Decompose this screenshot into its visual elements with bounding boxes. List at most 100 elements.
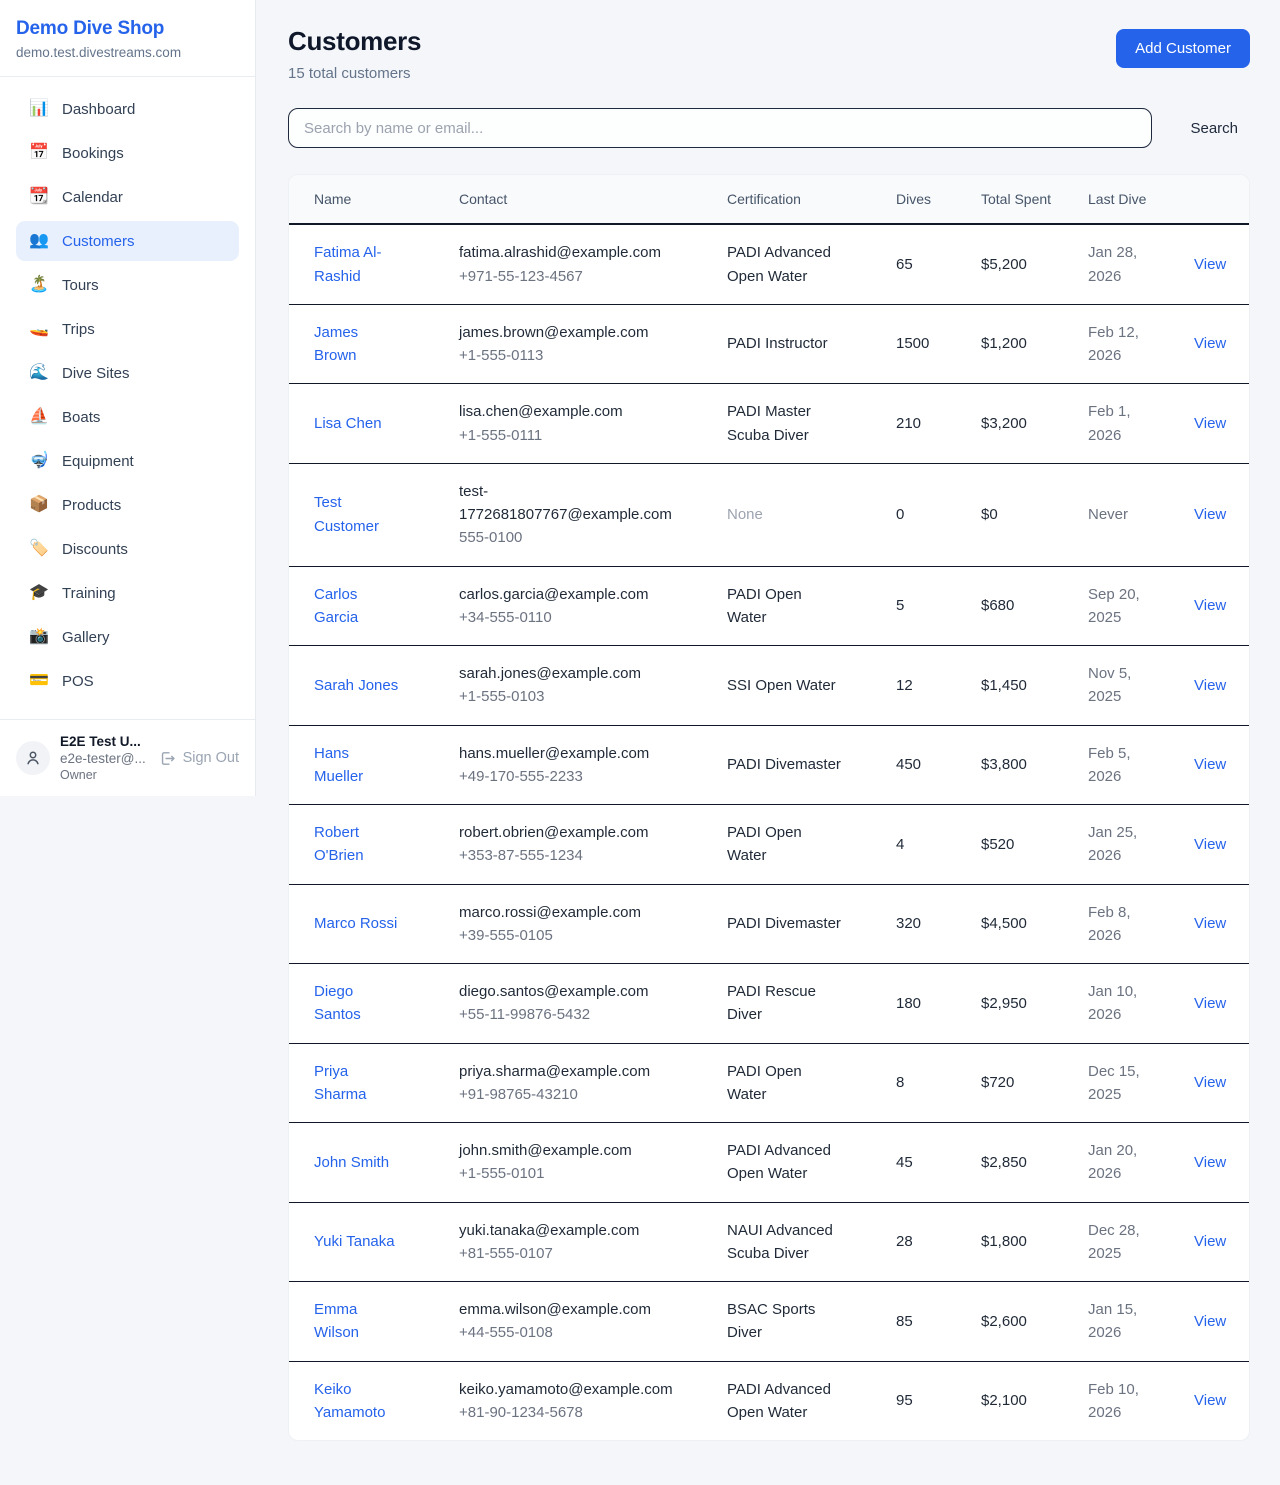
credit-card-icon: 💳 — [29, 673, 49, 689]
table-row: Sarah Jones sarah.jones@example.com +1-5… — [289, 646, 1250, 726]
view-customer-link[interactable]: View — [1194, 1392, 1226, 1409]
customer-last-dive: Feb 8, 2026 — [1088, 901, 1152, 948]
sidebar-item-calendar[interactable]: 📆 Calendar — [16, 177, 239, 217]
sailboat-icon: ⛵ — [29, 409, 49, 425]
customer-total-spent: $3,800 — [969, 725, 1076, 805]
customers-table: NameContactCertificationDivesTotal Spent… — [289, 175, 1250, 1440]
customer-name-link[interactable]: James Brown — [314, 321, 400, 368]
view-customer-link[interactable]: View — [1194, 506, 1226, 523]
view-customer-link[interactable]: View — [1194, 256, 1226, 273]
table-row: Lisa Chen lisa.chen@example.com +1-555-0… — [289, 384, 1250, 464]
bar-chart-icon: 📊 — [29, 101, 49, 117]
customer-count: 15 total customers — [288, 65, 421, 82]
customer-certification: BSAC Sports Diver — [727, 1298, 845, 1345]
customer-name-link[interactable]: Emma Wilson — [314, 1298, 400, 1345]
customer-name-link[interactable]: Carlos Garcia — [314, 583, 400, 630]
sidebar-item-discounts[interactable]: 🏷️ Discounts — [16, 529, 239, 569]
customer-email: sarah.jones@example.com — [459, 662, 689, 685]
customer-email: john.smith@example.com — [459, 1139, 689, 1162]
customer-name-link[interactable]: Yuki Tanaka — [314, 1230, 395, 1253]
customer-phone: 555-0100 — [459, 526, 703, 549]
main-content: Customers 15 total customers Add Custome… — [256, 0, 1280, 1467]
column-header-name: Name — [289, 175, 447, 224]
table-header-row: NameContactCertificationDivesTotal Spent… — [289, 175, 1250, 224]
view-customer-link[interactable]: View — [1194, 1154, 1226, 1171]
customer-last-dive: Jan 25, 2026 — [1088, 821, 1152, 868]
search-input[interactable] — [288, 108, 1152, 148]
sidebar-item-equipment[interactable]: 🤿 Equipment — [16, 441, 239, 481]
customer-name-link[interactable]: Diego Santos — [314, 980, 400, 1027]
user-role: Owner — [60, 768, 149, 782]
sidebar-item-gallery[interactable]: 📸 Gallery — [16, 617, 239, 657]
sidebar-item-label: Gallery — [62, 629, 110, 646]
sidebar-item-label: Boats — [62, 409, 100, 426]
view-customer-link[interactable]: View — [1194, 415, 1226, 432]
sidebar-item-products[interactable]: 📦 Products — [16, 485, 239, 525]
customer-total-spent: $5,200 — [969, 224, 1076, 304]
sidebar-item-trips[interactable]: 🚤 Trips — [16, 309, 239, 349]
customer-last-dive: Dec 15, 2025 — [1088, 1060, 1152, 1107]
customer-name-link[interactable]: John Smith — [314, 1151, 389, 1174]
customer-total-spent: $0 — [969, 463, 1076, 566]
view-customer-link[interactable]: View — [1194, 995, 1226, 1012]
customer-certification: None — [727, 503, 845, 526]
view-customer-link[interactable]: View — [1194, 915, 1226, 932]
add-customer-button[interactable]: Add Customer — [1116, 29, 1250, 68]
table-row: Carlos Garcia carlos.garcia@example.com … — [289, 566, 1250, 646]
sidebar-item-customers[interactable]: 👥 Customers — [16, 221, 239, 261]
sidebar-item-label: Equipment — [62, 453, 134, 470]
customer-certification: PADI Advanced Open Water — [727, 1139, 845, 1186]
brand-title[interactable]: Demo Dive Shop — [16, 18, 239, 40]
sidebar-item-dashboard[interactable]: 📊 Dashboard — [16, 89, 239, 129]
view-customer-link[interactable]: View — [1194, 597, 1226, 614]
search-row: Search — [288, 108, 1250, 148]
view-customer-link[interactable]: View — [1194, 677, 1226, 694]
customer-certification: NAUI Advanced Scuba Diver — [727, 1219, 845, 1266]
customer-name-link[interactable]: Lisa Chen — [314, 412, 382, 435]
view-customer-link[interactable]: View — [1194, 335, 1226, 352]
sidebar: Demo Dive Shop demo.test.divestreams.com… — [0, 0, 256, 796]
view-customer-link[interactable]: View — [1194, 1074, 1226, 1091]
customer-name-link[interactable]: Priya Sharma — [314, 1060, 400, 1107]
customer-name-link[interactable]: Sarah Jones — [314, 674, 398, 697]
sidebar-item-bookings[interactable]: 📅 Bookings — [16, 133, 239, 173]
customer-dives: 320 — [884, 884, 969, 964]
view-customer-link[interactable]: View — [1194, 836, 1226, 853]
customer-name-link[interactable]: Hans Mueller — [314, 742, 400, 789]
customer-dives: 85 — [884, 1282, 969, 1362]
customer-dives: 28 — [884, 1202, 969, 1282]
sidebar-item-label: Training — [62, 585, 116, 602]
customer-email: robert.obrien@example.com — [459, 821, 689, 844]
table-row: Robert O'Brien robert.obrien@example.com… — [289, 805, 1250, 885]
customer-last-dive: Jan 10, 2026 — [1088, 980, 1152, 1027]
table-row: John Smith john.smith@example.com +1-555… — [289, 1123, 1250, 1203]
sidebar-item-training[interactable]: 🎓 Training — [16, 573, 239, 613]
sidebar-item-boats[interactable]: ⛵ Boats — [16, 397, 239, 437]
customer-phone: +1-555-0101 — [459, 1162, 703, 1185]
view-customer-link[interactable]: View — [1194, 1233, 1226, 1250]
sidebar-item-dive-sites[interactable]: 🌊 Dive Sites — [16, 353, 239, 393]
customer-certification: PADI Advanced Open Water — [727, 241, 845, 288]
customer-certification: PADI Open Water — [727, 821, 845, 868]
app-root: Demo Dive Shop demo.test.divestreams.com… — [0, 0, 1280, 1467]
sidebar-item-tours[interactable]: 🏝️ Tours — [16, 265, 239, 305]
sign-out-button[interactable]: Sign Out — [159, 750, 239, 767]
calendar-icon: 📅 — [29, 145, 49, 161]
brand-domain: demo.test.divestreams.com — [16, 45, 239, 60]
sidebar-item-label: Bookings — [62, 145, 124, 162]
table-row: Hans Mueller hans.mueller@example.com +4… — [289, 725, 1250, 805]
customer-certification: PADI Divemaster — [727, 753, 845, 776]
view-customer-link[interactable]: View — [1194, 756, 1226, 773]
customer-name-link[interactable]: Fatima Al-Rashid — [314, 241, 400, 288]
sidebar-item-label: POS — [62, 673, 94, 690]
customer-email: carlos.garcia@example.com — [459, 583, 689, 606]
brand: Demo Dive Shop demo.test.divestreams.com — [0, 0, 255, 77]
customer-name-link[interactable]: Test Customer — [314, 491, 400, 538]
customer-email: emma.wilson@example.com — [459, 1298, 689, 1321]
customer-name-link[interactable]: Keiko Yamamoto — [314, 1378, 400, 1425]
customer-name-link[interactable]: Robert O'Brien — [314, 821, 400, 868]
search-button[interactable]: Search — [1178, 112, 1250, 145]
customer-name-link[interactable]: Marco Rossi — [314, 912, 397, 935]
view-customer-link[interactable]: View — [1194, 1313, 1226, 1330]
sidebar-item-pos[interactable]: 💳 POS — [16, 661, 239, 701]
